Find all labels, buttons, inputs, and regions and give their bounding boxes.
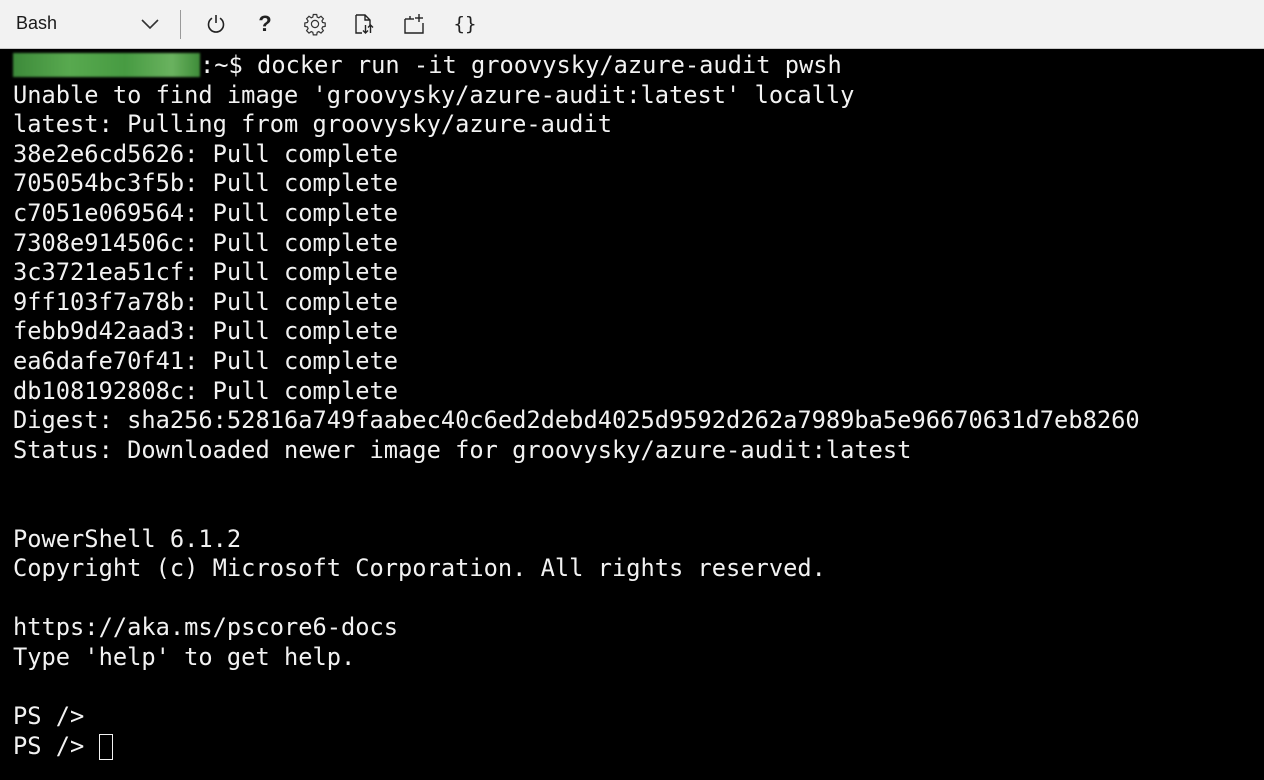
terminal-line: Digest: sha256:52816a749faabec40c6ed2deb… (13, 406, 1140, 435)
terminal-line: c7051e069564: Pull complete (13, 198, 399, 227)
cloud-shell-toolbar: Bash ? {} (0, 0, 1264, 49)
terminal-line: ea6dafe70f41: Pull complete (13, 346, 399, 375)
terminal-line: PowerShell 6.1.2 (13, 524, 242, 553)
terminal-line: febb9d42aad3: Pull complete (13, 317, 399, 346)
terminal-line: PS /> (13, 702, 85, 731)
terminal-line: Unable to find image 'groovysky/azure-au… (13, 80, 855, 109)
terminal-line: 7308e914506c: Pull complete (13, 228, 399, 257)
command-text: docker run -it groovysky/azure-audit pws… (242, 51, 842, 79)
new-session-icon[interactable] (402, 12, 426, 36)
terminal-line: 38e2e6cd5626: Pull complete (13, 139, 399, 168)
toolbar-divider (180, 10, 181, 39)
terminal-output[interactable]: :~$ docker run -it groovysky/azure-audit… (0, 49, 1264, 780)
chevron-down-icon (141, 17, 159, 35)
terminal-line: Type 'help' to get help. (13, 642, 356, 671)
terminal-line: Status: Downloaded newer image for groov… (13, 435, 912, 464)
shell-type-value: Bash (16, 13, 58, 33)
terminal-line: https://aka.ms/pscore6-docs (13, 613, 399, 642)
terminal-line: 705054bc3f5b: Pull complete (13, 169, 399, 198)
terminal-cursor (98, 733, 113, 760)
redacted-username (13, 53, 200, 77)
terminal-line: Copyright (c) Microsoft Corporation. All… (13, 554, 826, 583)
shell-type-dropdown[interactable]: Bash (0, 0, 180, 48)
terminal-line: db108192808c: Pull complete (13, 376, 399, 405)
terminal-line: latest: Pulling from groovysky/azure-aud… (13, 110, 612, 139)
editor-braces-icon[interactable]: {} (453, 12, 477, 36)
prompt-suffix: :~$ (200, 51, 243, 79)
current-prompt-line: PS /> (13, 732, 1140, 762)
upload-download-icon[interactable] (352, 12, 376, 36)
power-icon[interactable] (204, 12, 228, 36)
settings-icon[interactable] (303, 12, 327, 36)
terminal-line: 9ff103f7a78b: Pull complete (13, 287, 399, 316)
current-prompt: PS /> (13, 731, 99, 760)
help-icon[interactable]: ? (253, 12, 277, 36)
terminal-lines: :~$ docker run -it groovysky/azure-audit… (13, 51, 1140, 761)
command-line: :~$ docker run -it groovysky/azure-audit… (13, 51, 1140, 81)
terminal-line: 3c3721ea51cf: Pull complete (13, 258, 399, 287)
